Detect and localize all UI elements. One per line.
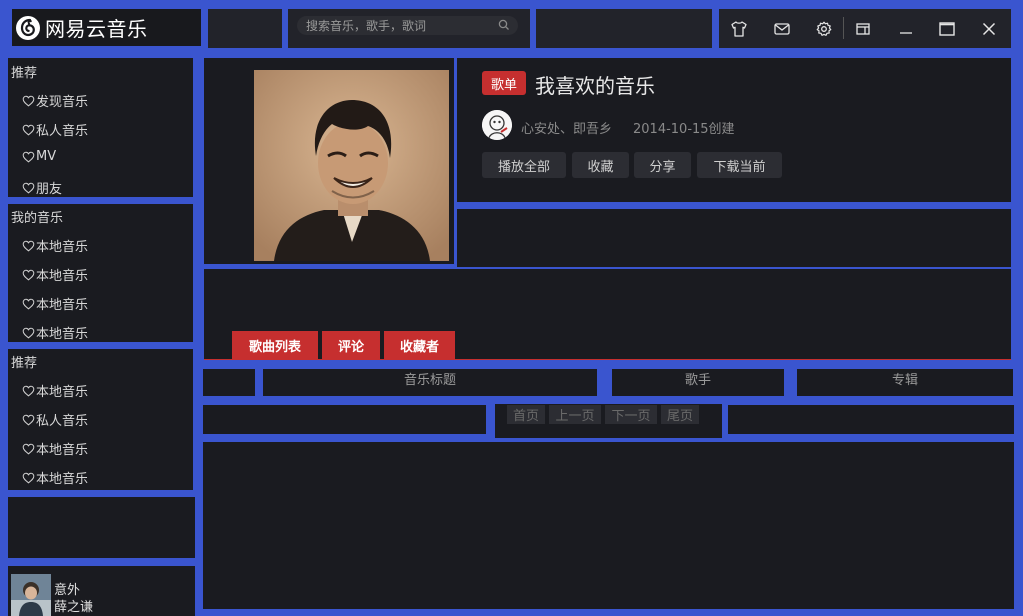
pager-left-area — [203, 405, 486, 434]
mail-icon[interactable] — [767, 9, 797, 48]
app-title: 网易云音乐 — [45, 17, 148, 41]
pager-right-area — [728, 405, 1014, 434]
sidebar-group-title: 我的音乐 — [11, 211, 64, 226]
column-index — [203, 369, 255, 396]
column-album[interactable]: 专辑 — [797, 369, 1013, 396]
sidebar-item-label: 私人音乐 — [36, 124, 89, 139]
sidebar-item-label: 本地音乐 — [36, 385, 89, 400]
heart-icon — [22, 151, 35, 163]
heart-icon — [22, 182, 35, 194]
skin-icon[interactable] — [724, 9, 754, 48]
sidebar-empty-block — [8, 497, 195, 558]
created-date: 2014-10-15创建 — [633, 122, 735, 137]
first-page-button[interactable]: 首页 — [507, 405, 545, 424]
app-logo: 网易云音乐 — [12, 9, 201, 46]
nav-history-area[interactable] — [208, 9, 282, 48]
heart-icon — [22, 95, 35, 107]
netease-music-logo-icon — [15, 15, 41, 41]
heart-icon — [22, 269, 35, 281]
prev-page-button[interactable]: 上一页 — [549, 405, 601, 424]
tab-comments[interactable]: 评论 — [322, 331, 380, 359]
collect-button[interactable]: 收藏 — [572, 152, 629, 178]
search-area — [288, 9, 530, 48]
tab-song-list[interactable]: 歌曲列表 — [232, 331, 318, 359]
heart-icon — [22, 414, 35, 426]
window-controls — [719, 9, 1011, 48]
sidebar-item-label: 本地音乐 — [36, 443, 89, 458]
creator-avatar[interactable] — [482, 110, 512, 140]
playlist-description-area — [457, 209, 1011, 267]
next-page-button[interactable]: 下一页 — [605, 405, 657, 424]
search-icon[interactable] — [498, 19, 510, 31]
sidebar-item-local-music[interactable]: 本地音乐 — [22, 323, 88, 342]
search-input[interactable] — [297, 16, 518, 35]
sidebar-item-local-music[interactable]: 本地音乐 — [22, 439, 88, 458]
sidebar-item-mv[interactable]: MV — [22, 149, 56, 164]
sidebar-item-label: 本地音乐 — [36, 269, 89, 284]
sidebar-item-label: 本地音乐 — [36, 327, 89, 342]
sidebar-item-local-music[interactable]: 本地音乐 — [22, 294, 88, 313]
sidebar-item-label: MV — [36, 149, 57, 164]
maximize-icon[interactable] — [932, 9, 962, 48]
current-song-artist: 薛之谦 — [54, 600, 94, 615]
sidebar-item-label: 发现音乐 — [36, 95, 89, 110]
share-button[interactable]: 分享 — [634, 152, 691, 178]
heart-icon — [22, 124, 35, 136]
playlist-info-panel: 歌单 我喜欢的音乐 心安处、即吾乡 2014-10-15创建 播放全部 收藏 分… — [457, 58, 1011, 202]
sidebar-group-title: 推荐 — [11, 66, 38, 81]
sidebar-item-local-music[interactable]: 本地音乐 — [22, 381, 88, 400]
mini-mode-icon[interactable] — [848, 9, 878, 48]
heart-icon — [22, 327, 35, 339]
sidebar-item-private-music[interactable]: 私人音乐 — [22, 120, 88, 139]
playlist-tag-badge: 歌单 — [482, 71, 526, 95]
tabs-underline — [204, 359, 1011, 360]
heart-icon — [22, 472, 35, 484]
controls-divider — [843, 17, 844, 39]
sidebar-item-local-music[interactable]: 本地音乐 — [22, 265, 88, 284]
column-music-title[interactable]: 音乐标题 — [263, 369, 597, 396]
sidebar-item-label: 朋友 — [36, 182, 63, 197]
playlist-cover-panel — [204, 58, 454, 264]
sidebar-group-my-music: 我的音乐 本地音乐 本地音乐 本地音乐 本地音乐 — [8, 204, 193, 342]
heart-icon — [22, 385, 35, 397]
heart-icon — [22, 298, 35, 310]
playlist-title: 我喜欢的音乐 — [535, 74, 655, 98]
column-artist[interactable]: 歌手 — [612, 369, 784, 396]
album-thumbnail[interactable] — [11, 574, 51, 616]
heart-icon — [22, 240, 35, 252]
sidebar-item-label: 本地音乐 — [36, 240, 89, 255]
playlist-cover-image — [254, 70, 449, 261]
mini-player: 意外 薛之谦 — [8, 566, 195, 616]
heart-icon — [22, 443, 35, 455]
download-button[interactable]: 下载当前 — [697, 152, 782, 178]
user-area — [536, 9, 712, 48]
play-all-button[interactable]: 播放全部 — [482, 152, 566, 178]
pagination: 首页 上一页 下一页 尾页 — [495, 404, 722, 438]
sidebar-item-friends[interactable]: 朋友 — [22, 178, 62, 197]
sidebar-item-label: 私人音乐 — [36, 414, 89, 429]
sidebar-item-local-music[interactable]: 本地音乐 — [22, 468, 88, 487]
tab-collectors[interactable]: 收藏者 — [384, 331, 455, 359]
sidebar-item-private-music[interactable]: 私人音乐 — [22, 410, 88, 429]
settings-icon[interactable] — [809, 9, 839, 48]
sidebar-item-label: 本地音乐 — [36, 472, 89, 487]
creator-name[interactable]: 心安处、即吾乡 — [521, 118, 612, 137]
sidebar-group-recommend-2: 推荐 本地音乐 私人音乐 本地音乐 本地音乐 — [8, 349, 193, 490]
sidebar-item-label: 本地音乐 — [36, 298, 89, 313]
close-icon[interactable] — [974, 9, 1004, 48]
song-list-content — [203, 442, 1014, 609]
sidebar-item-discover-music[interactable]: 发现音乐 — [22, 91, 88, 110]
sidebar-group-recommend: 推荐 发现音乐 私人音乐 MV 朋友 — [8, 58, 193, 197]
minimize-icon[interactable] — [891, 9, 921, 48]
sidebar-item-local-music[interactable]: 本地音乐 — [22, 236, 88, 255]
last-page-button[interactable]: 尾页 — [661, 405, 699, 424]
sidebar-group-title: 推荐 — [11, 356, 38, 371]
